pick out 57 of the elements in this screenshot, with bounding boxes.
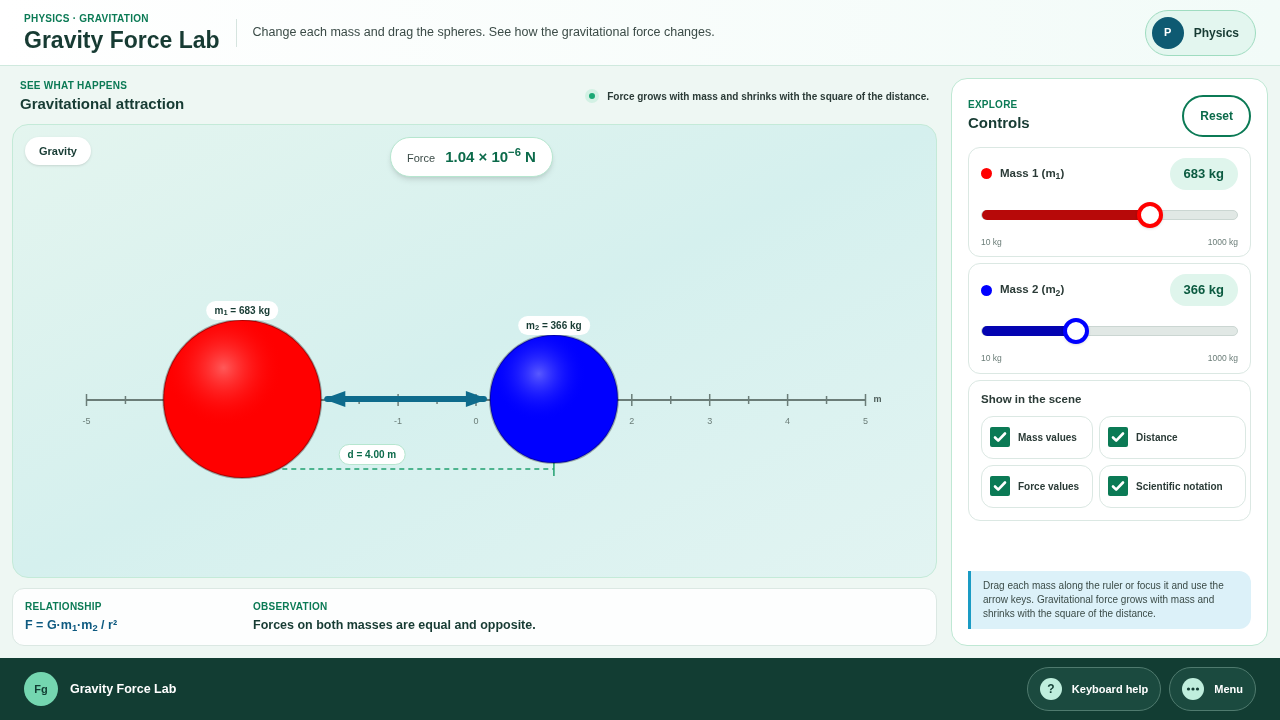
unit-label: m [873, 393, 882, 404]
slider-min-label: 10 kg [981, 235, 1002, 249]
formula-text: F = G·m$_{1}$·m$_{2}$ / r² [25, 617, 119, 635]
option-checkbox[interactable]: Force values [981, 464, 1093, 508]
ruler-label: 2 [629, 415, 635, 426]
option-checkbox[interactable]: Mass values [981, 415, 1093, 459]
mass-value: 683 kg [1169, 158, 1238, 190]
slider-thumb[interactable] [1137, 201, 1164, 228]
help-note: Drag each mass along the ruler or focus it and use the arrow keys. Gravitational force grows with mass and shrinks with the square of the distance. [968, 571, 1251, 629]
slider-max-label: 1000 kg [1207, 235, 1238, 249]
slider-min-label: 10 kg [981, 351, 1002, 365]
check-icon [990, 427, 1010, 448]
mass-name: Mass 2 (m$_{2}$) [1000, 282, 1065, 299]
ruler-label: -1 [394, 415, 403, 426]
mass-label: m$_{1}$ = 683 kg [206, 300, 279, 320]
header-eyebrow: PHYSICS · GRAVITATION [24, 12, 150, 26]
check-icon [1108, 427, 1128, 448]
mass-sphere[interactable] [488, 333, 619, 464]
ruler-label: 5 [863, 415, 868, 426]
option-checkbox[interactable]: Scientific notation [1099, 464, 1246, 508]
mass-sphere[interactable] [162, 318, 323, 479]
ruler-label: 4 [785, 415, 791, 426]
subject-avatar: P [1151, 16, 1184, 49]
help-icon: ? [1039, 678, 1062, 700]
check-icon [1108, 476, 1128, 497]
help-button[interactable]: ? Keyboard help [1026, 667, 1162, 711]
options-title: Show in the scene [981, 391, 1083, 407]
footer-title: Gravity Force Lab [70, 680, 177, 698]
relationship-label: RELATIONSHIP [25, 600, 103, 615]
section-eyebrow: SEE WHAT HAPPENS [20, 79, 129, 93]
force-label: Force [407, 150, 436, 166]
header-subtitle: Change each mass and drag the spheres. See how the gravitational force changes. [252, 24, 715, 42]
reset-button[interactable]: Reset [1182, 95, 1251, 137]
distance-label: d = 4.00 m [338, 443, 406, 465]
ruler-label: 3 [707, 415, 713, 426]
observation-label: OBSERVATION [253, 600, 329, 615]
observation-text: Forces on both masses are equal and opposite. [253, 617, 536, 635]
ruler-label: 0 [473, 415, 479, 426]
ruler-label: -5 [82, 415, 91, 426]
panel-title: Controls [968, 113, 1030, 134]
mass-name: Mass 1 (m$_{1}$) [1000, 166, 1065, 183]
mass-value: 366 kg [1169, 274, 1238, 306]
menu-button[interactable]: Menu [1169, 667, 1256, 711]
slider-max-label: 1000 kg [1207, 351, 1238, 365]
panel-eyebrow: EXPLORE [968, 98, 1019, 113]
mass-label: m$_{2}$ = 366 kg [518, 315, 590, 335]
scene-hint: Force grows with mass and shrinks with the square of the distance. [607, 89, 929, 104]
force-value: 1.04 × 10$^{−6}$ N [445, 145, 536, 167]
section-title: Gravitational attraction [20, 94, 185, 114]
more-icon [1182, 678, 1205, 700]
app-badge: Fg [24, 672, 58, 706]
gravity-tag: Gravity [25, 136, 91, 165]
option-checkbox[interactable]: Distance [1099, 415, 1246, 459]
slider-thumb[interactable] [1063, 317, 1090, 344]
subject-button[interactable]: P Physics [1144, 9, 1256, 56]
check-icon [990, 476, 1010, 497]
app-title: Gravity Force Lab [24, 26, 220, 54]
